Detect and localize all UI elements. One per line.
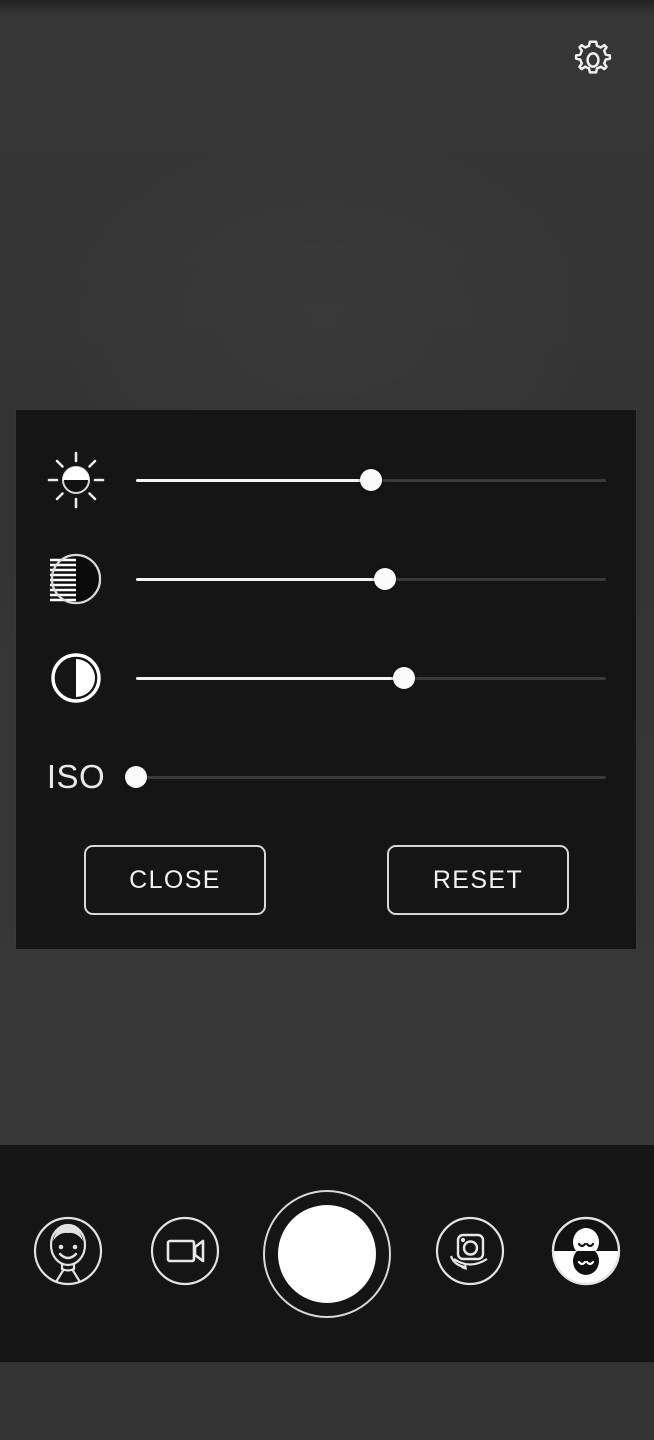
exposure-slider-thumb[interactable] [374, 568, 397, 590]
switch-camera-button[interactable] [432, 1216, 508, 1292]
brightness-slider-thumb[interactable] [360, 469, 382, 491]
filters-icon [549, 1214, 623, 1293]
switch-camera-icon [433, 1214, 507, 1293]
shutter-button[interactable] [263, 1189, 391, 1318]
iso-slider-thumb[interactable] [125, 766, 147, 788]
reset-button[interactable]: RESET [387, 845, 569, 915]
contrast-slider-fill [136, 676, 404, 680]
camera-bottom-toolbar [0, 1145, 654, 1362]
exposure-icon [16, 549, 136, 609]
slider-row-brightness [16, 450, 636, 510]
brightness-slider[interactable] [136, 450, 606, 510]
brightness-slider-fill [136, 478, 371, 482]
video-camera-icon [148, 1214, 222, 1293]
exposure-slider-fill [136, 577, 386, 581]
camera-adjustment-panel: ISO CLOSE RESET [16, 410, 636, 949]
iso-label: ISO [16, 747, 136, 807]
camera-app-screen: ISO CLOSE RESET [0, 0, 654, 1440]
iso-label-text: ISO [46, 758, 106, 795]
exposure-slider[interactable] [136, 549, 606, 609]
brightness-icon [16, 450, 136, 510]
iso-slider[interactable] [125, 747, 606, 807]
slider-row-exposure [16, 549, 636, 609]
gear-icon [568, 35, 618, 90]
video-mode-button[interactable] [147, 1216, 223, 1292]
face-beauty-icon [31, 1214, 105, 1293]
close-button[interactable]: CLOSE [84, 845, 266, 915]
shutter-button-icon [278, 1204, 376, 1303]
contrast-slider[interactable] [136, 648, 606, 708]
panel-button-row: CLOSE RESET [16, 845, 636, 920]
slider-row-iso: ISO [16, 747, 636, 807]
filters-button[interactable] [548, 1216, 624, 1292]
beauty-mode-button[interactable] [30, 1216, 106, 1292]
iso-slider-track [136, 775, 606, 779]
slider-row-contrast [16, 648, 636, 708]
system-navigation-strip [0, 1362, 654, 1440]
contrast-icon [16, 648, 136, 708]
contrast-slider-thumb[interactable] [392, 667, 415, 689]
settings-gear-button[interactable] [564, 33, 622, 91]
